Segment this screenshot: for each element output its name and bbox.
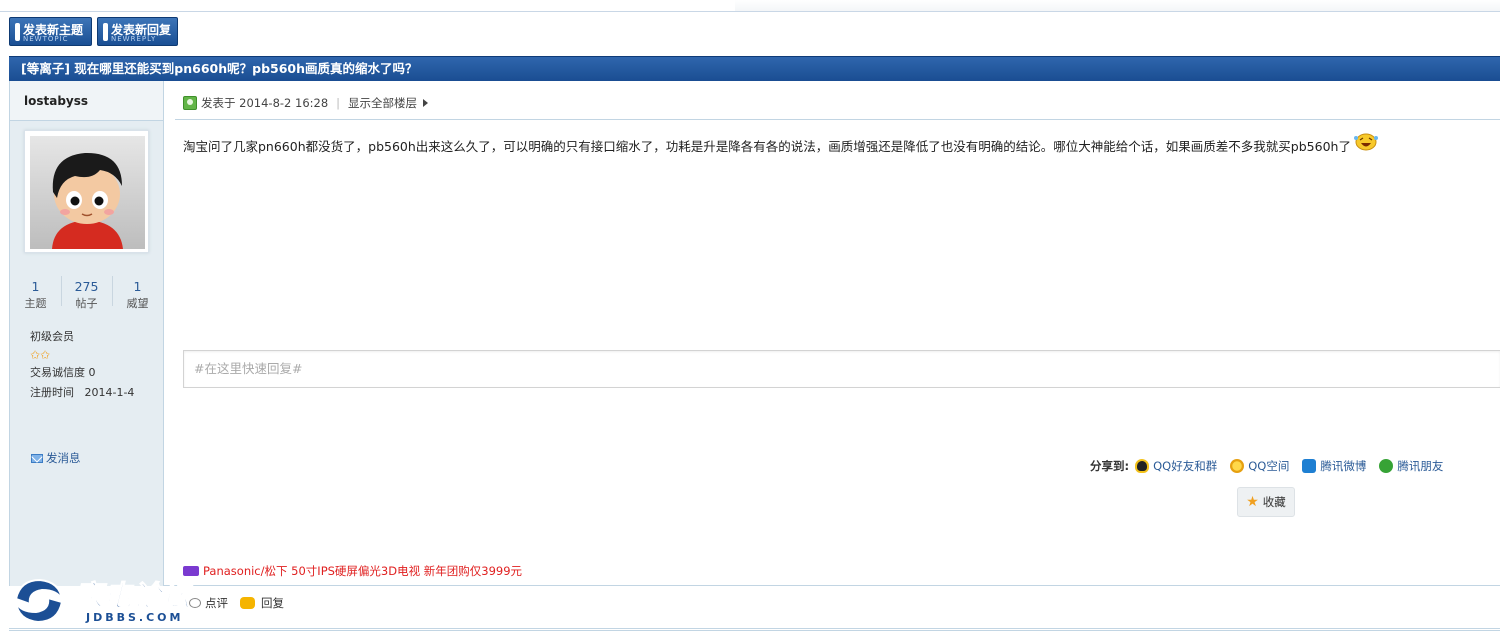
laughing-emoji-icon bbox=[1353, 133, 1378, 151]
author-sidebar: lostabyss 1 主题 275 帖子 1 威望 初级会员 ✩✩ 交易诚信度… bbox=[10, 81, 164, 586]
post-timestamp: 发表于 2014-8-2 16:28 bbox=[201, 96, 329, 110]
reg-label: 注册时间 bbox=[30, 386, 74, 399]
stat-posts-value: 275 bbox=[74, 279, 99, 294]
stat-posts[interactable]: 275 帖子 bbox=[61, 274, 112, 314]
qq-icon bbox=[1135, 459, 1150, 473]
share-tencent-weibo-link[interactable]: 腾讯微博 bbox=[1302, 458, 1366, 474]
post: lostabyss 1 主题 275 帖子 1 威望 初级会员 ✩✩ 交易诚信度… bbox=[9, 81, 1500, 586]
author-meta: 初级会员 ✩✩ 交易诚信度 0 注册时间 2014-1-4 bbox=[30, 327, 134, 403]
avatar[interactable] bbox=[24, 130, 149, 253]
watermark-cn-text: 家电论坛 bbox=[74, 579, 194, 613]
author-stats: 1 主题 275 帖子 1 威望 bbox=[10, 274, 163, 314]
rank-stars-icon: ✩✩ bbox=[30, 348, 51, 362]
post-actions: 点评 回复 bbox=[189, 595, 296, 611]
stat-prestige[interactable]: 1 威望 bbox=[112, 274, 163, 314]
share-tencent-pengyou-label: 腾讯朋友 bbox=[1397, 459, 1444, 473]
mail-icon bbox=[31, 453, 43, 463]
send-message-link[interactable]: 发消息 bbox=[31, 450, 81, 466]
quick-reply-input[interactable]: #在这里快速回复# bbox=[183, 350, 1500, 388]
author-rank[interactable]: 初级会员 bbox=[30, 327, 134, 347]
new-topic-sublabel: NEWTOPIC bbox=[23, 35, 69, 43]
reg-date: 2014-1-4 bbox=[84, 386, 135, 399]
ad-text: Panasonic/松下 50寸IPS硬屏偏光3D电视 新年团购仅3999元 bbox=[203, 564, 523, 578]
new-reply-icon bbox=[103, 23, 108, 41]
reply-button[interactable]: 回复 bbox=[240, 595, 284, 611]
favorite-label: 收藏 bbox=[1262, 495, 1286, 509]
ad-link[interactable]: Panasonic/松下 50寸IPS硬屏偏光3D电视 新年团购仅3999元 bbox=[183, 563, 522, 579]
author-name[interactable]: lostabyss bbox=[10, 81, 163, 121]
reply-bubble-icon bbox=[240, 597, 255, 609]
avatar-image bbox=[30, 136, 145, 249]
post-content: 发表于 2014-8-2 16:28 | 显示全部楼层 淘宝问了几家pn660h… bbox=[165, 81, 1500, 586]
send-message-label: 发消息 bbox=[46, 451, 81, 465]
thread-title: [等离子] 现在哪里还能买到pn660h呢？pb560h画质真的缩水了吗？ bbox=[9, 56, 1500, 81]
author-credit: 交易诚信度 0 bbox=[30, 366, 96, 379]
top-strip-ghost bbox=[735, 0, 1500, 11]
star-icon: ★ bbox=[1246, 494, 1259, 510]
post-header: 发表于 2014-8-2 16:28 | 显示全部楼层 bbox=[183, 95, 429, 111]
share-qq-friends-label: QQ好友和群 bbox=[1153, 459, 1218, 473]
post-button-row: 发表新主题 NEWTOPIC 发表新回复 NEWREPLY bbox=[9, 17, 178, 46]
tencent-weibo-icon bbox=[1302, 459, 1317, 473]
show-all-floors-label: 显示全部楼层 bbox=[348, 96, 418, 110]
show-all-floors-link[interactable]: 显示全部楼层 bbox=[348, 95, 429, 111]
comment-label: 点评 bbox=[205, 596, 228, 610]
stat-topics-value: 1 bbox=[31, 279, 40, 294]
header-divider bbox=[175, 119, 1500, 120]
new-reply-button[interactable]: 发表新回复 NEWREPLY bbox=[97, 17, 178, 46]
triangle-right-icon bbox=[423, 99, 429, 107]
new-topic-icon bbox=[15, 23, 20, 41]
online-status-icon bbox=[183, 96, 197, 110]
post-body: 淘宝问了几家pn660h都没货了，pb560h出来这么久了，可以明确的只有接口缩… bbox=[183, 133, 1379, 155]
site-watermark-logo: 家电论坛 JDBBS.COM bbox=[14, 578, 195, 624]
post-actions-row: 点评 回复 bbox=[9, 586, 1500, 632]
favorite-button[interactable]: ★ 收藏 bbox=[1237, 487, 1295, 517]
share-qzone-link[interactable]: QQ空间 bbox=[1230, 458, 1289, 474]
stat-prestige-value: 1 bbox=[133, 279, 142, 294]
post-body-text: 淘宝问了几家pn660h都没货了，pb560h出来这么久了，可以明确的只有接口缩… bbox=[183, 139, 1351, 154]
author-registration: 注册时间 2014-1-4 bbox=[30, 383, 134, 403]
top-strip bbox=[0, 0, 1500, 12]
tencent-pengyou-icon bbox=[1376, 456, 1397, 476]
new-topic-button[interactable]: 发表新主题 NEWTOPIC bbox=[9, 17, 92, 46]
share-qq-friends-link[interactable]: QQ好友和群 bbox=[1135, 458, 1217, 474]
stat-topics[interactable]: 1 主题 bbox=[10, 274, 61, 314]
share-tencent-weibo-label: 腾讯微博 bbox=[1320, 459, 1367, 473]
stat-topics-label: 主题 bbox=[24, 297, 47, 310]
reply-label: 回复 bbox=[261, 596, 284, 610]
header-separator: | bbox=[336, 96, 341, 110]
stat-posts-label: 帖子 bbox=[75, 297, 98, 310]
share-label: 分享到: bbox=[1090, 459, 1130, 473]
share-tencent-pengyou-link[interactable]: 腾讯朋友 bbox=[1376, 456, 1444, 476]
qzone-icon bbox=[1230, 459, 1245, 473]
share-qzone-label: QQ空间 bbox=[1248, 459, 1290, 473]
watermark-en-text: JDBBS.COM bbox=[85, 611, 183, 624]
share-bar: 分享到: QQ好友和群 QQ空间 腾讯微博 腾讯朋友 bbox=[1090, 456, 1456, 476]
bottom-divider bbox=[9, 628, 1500, 631]
stat-prestige-label: 威望 bbox=[126, 297, 149, 310]
new-reply-sublabel: NEWREPLY bbox=[111, 35, 157, 43]
